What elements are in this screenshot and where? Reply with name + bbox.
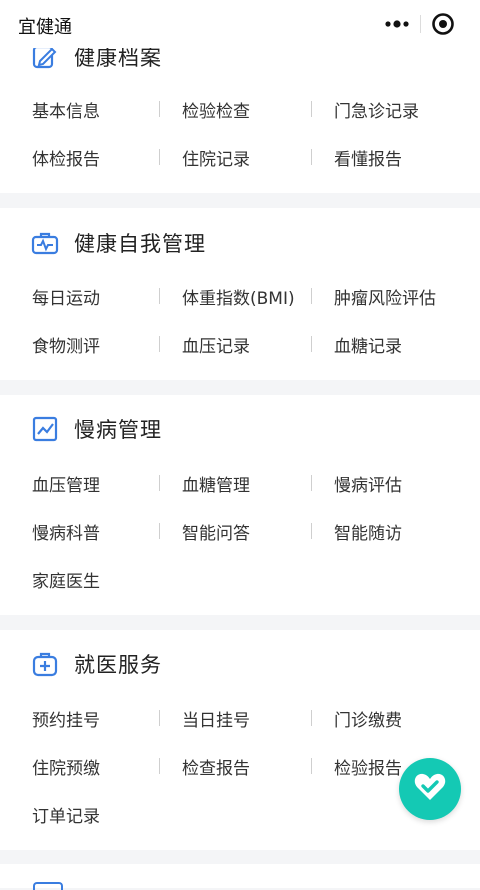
menu-item-order-record[interactable]: 订单记录	[32, 790, 100, 838]
close-target-icon[interactable]	[420, 8, 466, 40]
divider	[311, 101, 312, 117]
divider	[159, 758, 160, 774]
card-header: 就医服务	[30, 649, 162, 679]
divider	[159, 336, 160, 352]
mini-program-capsule	[374, 8, 466, 40]
menu-item-lab-exam[interactable]: 检验检查	[182, 85, 250, 133]
divider	[311, 523, 312, 539]
card-title: 慢病管理	[74, 418, 162, 442]
menu-row: 食物测评 血压记录 血糖记录	[0, 320, 480, 368]
medical-bag-icon	[30, 649, 60, 679]
menu-item-chronic-science[interactable]: 慢病科普	[32, 507, 100, 555]
divider	[159, 523, 160, 539]
divider	[159, 288, 160, 304]
divider	[311, 710, 312, 726]
medical-kit-icon	[30, 228, 60, 258]
menu-item-glucose-manage[interactable]: 血糖管理	[182, 459, 250, 507]
menu-item-daily-exercise[interactable]: 每日运动	[32, 272, 100, 320]
divider	[311, 149, 312, 165]
trend-chart-icon	[30, 414, 60, 444]
top-nav-bar: 宜健通	[0, 0, 480, 48]
divider	[159, 149, 160, 165]
menu-row: 血压管理 血糖管理 慢病评估	[0, 459, 480, 507]
more-options-icon[interactable]	[374, 8, 420, 40]
menu-item-smart-qa[interactable]: 智能问答	[182, 507, 250, 555]
menu-item-exam-report[interactable]: 检查报告	[182, 742, 250, 790]
menu-item-basic-info[interactable]: 基本信息	[32, 85, 100, 133]
menu-row: 预约挂号 当日挂号 门诊缴费	[0, 694, 480, 742]
divider	[159, 101, 160, 117]
divider	[311, 758, 312, 774]
menu-item-chronic-eval[interactable]: 慢病评估	[334, 459, 402, 507]
divider	[311, 475, 312, 491]
menu-item-bp-record[interactable]: 血压记录	[182, 320, 250, 368]
menu-item-food-eval[interactable]: 食物测评	[32, 320, 100, 368]
menu-item-bmi[interactable]: 体重指数(BMI)	[182, 272, 295, 320]
menu-item-checkup-report[interactable]: 体检报告	[32, 133, 100, 181]
menu-row: 体检报告 住院记录 看懂报告	[0, 133, 480, 181]
card-title: 就医服务	[74, 653, 162, 677]
menu-row: 家庭医生	[0, 555, 480, 603]
menu-row: 每日运动 体重指数(BMI) 肿瘤风险评估	[0, 272, 480, 320]
divider	[159, 710, 160, 726]
card-self-management: 健康自我管理 每日运动 体重指数(BMI) 肿瘤风险评估 食物测评 血压记录 血…	[0, 208, 480, 380]
card-medical-service: 就医服务 预约挂号 当日挂号 门诊缴费 住院预缴 检查报告 检验报告 订单记录	[0, 630, 480, 850]
card-chronic: 慢病管理 血压管理 血糖管理 慢病评估 慢病科普 智能问答 智能随访 家庭医生	[0, 395, 480, 615]
menu-row: 慢病科普 智能问答 智能随访	[0, 507, 480, 555]
menu-item-family-doctor[interactable]: 家庭医生	[32, 555, 100, 603]
menu-item-read-report[interactable]: 看懂报告	[334, 133, 402, 181]
partial-icon	[33, 882, 63, 890]
menu-item-bp-manage[interactable]: 血压管理	[32, 459, 100, 507]
menu-item-tumor-risk[interactable]: 肿瘤风险评估	[334, 272, 436, 320]
menu-item-outpatient-payment[interactable]: 门诊缴费	[334, 694, 402, 742]
menu-item-appointment[interactable]: 预约挂号	[32, 694, 100, 742]
app-title: 宜健通	[18, 17, 72, 38]
card-header: 慢病管理	[30, 414, 162, 444]
menu-item-glucose-record[interactable]: 血糖记录	[334, 320, 402, 368]
menu-row: 基本信息 检验检查 门急诊记录	[0, 85, 480, 133]
heart-check-icon	[413, 772, 447, 806]
scroll-area[interactable]: 健康档案 基本信息 检验检查 门急诊记录 体检报告 住院记录 看懂报告 健康自我…	[0, 0, 480, 890]
divider	[311, 336, 312, 352]
menu-item-outpatient-record[interactable]: 门急诊记录	[334, 85, 419, 133]
menu-item-lab-report[interactable]: 检验报告	[334, 742, 402, 790]
card-next-partial	[0, 864, 480, 890]
menu-item-inpatient-prepay[interactable]: 住院预缴	[32, 742, 100, 790]
health-fab-button[interactable]	[399, 758, 461, 820]
divider	[159, 475, 160, 491]
divider	[311, 288, 312, 304]
card-header: 健康自我管理	[30, 228, 206, 258]
menu-item-inpatient-record[interactable]: 住院记录	[182, 133, 250, 181]
menu-item-same-day-register[interactable]: 当日挂号	[182, 694, 250, 742]
card-title: 健康自我管理	[74, 232, 206, 256]
menu-item-smart-followup[interactable]: 智能随访	[334, 507, 402, 555]
